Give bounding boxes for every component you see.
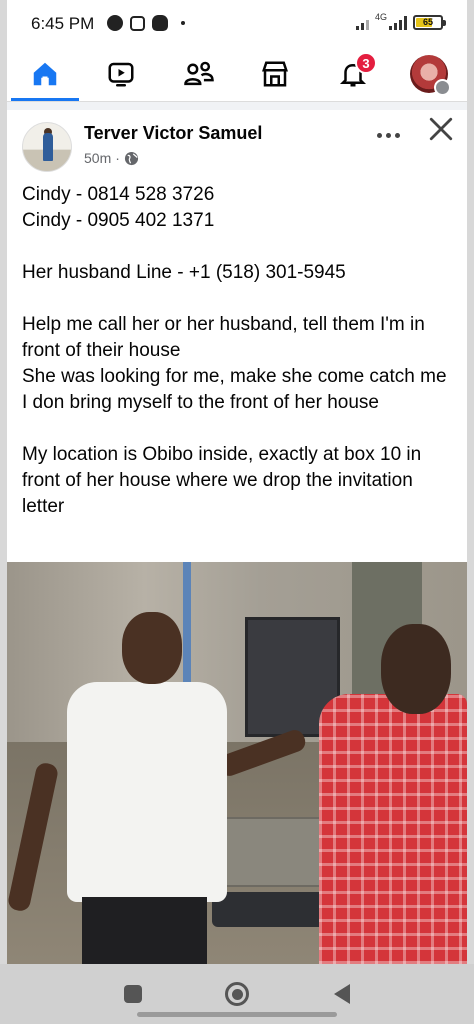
gesture-bar[interactable]: [137, 1012, 337, 1017]
more-icon: [376, 132, 382, 138]
snapchat-icon: [152, 15, 168, 31]
messenger-icon: [107, 15, 123, 31]
post-line: Cindy - 0905 402 1371: [22, 210, 215, 231]
close-button[interactable]: [425, 116, 457, 148]
post-header: Terver Victor Samuel 50m ·: [7, 110, 467, 180]
back-icon: [334, 984, 350, 1004]
author-name[interactable]: Terver Victor Samuel: [84, 123, 262, 144]
nav-watch[interactable]: [91, 52, 151, 96]
person-white-shirt: [7, 612, 309, 964]
more-options-button[interactable]: [371, 120, 405, 150]
nav-profile-menu[interactable]: [399, 52, 459, 96]
recents-icon: [124, 985, 142, 1003]
top-nav: 3: [7, 46, 467, 102]
video-icon: [108, 62, 134, 87]
signal-icon-2: [389, 14, 407, 30]
more-notifications-icon: [181, 21, 185, 25]
post-line: My location is Obibo inside, exactly at …: [22, 444, 422, 517]
battery-icon: 65: [413, 15, 446, 30]
battery-label: 65: [422, 17, 433, 27]
app-frame: 6:45 PM 4G 65 3 Terver Victor Samuel 50m…: [7, 0, 467, 1024]
avatar: [410, 55, 451, 96]
home-button[interactable]: [225, 982, 249, 1006]
instagram-icon: [130, 15, 145, 31]
friends-icon: [184, 61, 214, 86]
person-red-shirt: [319, 624, 467, 964]
marketplace-icon: [262, 61, 288, 87]
close-icon: [429, 117, 453, 141]
feed-divider: [7, 102, 467, 110]
home-icon: [33, 62, 57, 86]
active-tab-indicator: [11, 98, 79, 101]
notification-badge: 3: [355, 52, 377, 74]
post-line: I don bring myself to the front of her h…: [22, 392, 379, 413]
status-notification-icons: [107, 15, 185, 31]
status-time: 6:45 PM: [31, 14, 95, 33]
network-type: 4G: [374, 12, 387, 22]
post-photo[interactable]: [7, 562, 467, 964]
home-circle-icon: [225, 982, 249, 1006]
menu-icon: [434, 79, 451, 96]
system-nav-bar: [0, 964, 474, 1024]
nav-marketplace[interactable]: [245, 52, 305, 96]
author-avatar[interactable]: [22, 122, 72, 172]
status-right: 4G 65: [355, 12, 446, 30]
meta-separator: ·: [115, 150, 120, 166]
nav-friends[interactable]: [169, 52, 229, 96]
back-button[interactable]: [330, 982, 354, 1006]
post-text: Cindy - 0814 528 3726 Cindy - 0905 402 1…: [22, 182, 458, 520]
recents-button[interactable]: [121, 982, 145, 1006]
post-line: Help me call her or her husband, tell th…: [22, 314, 425, 361]
post-meta: 50m ·: [84, 150, 139, 166]
nav-notifications[interactable]: 3: [323, 52, 383, 96]
nav-home[interactable]: [15, 52, 75, 96]
post-line: Her husband Line - +1 (518) 301-5945: [22, 262, 346, 283]
post-line: Cindy - 0814 528 3726: [22, 184, 215, 205]
signal-icon-1: [355, 14, 369, 30]
status-bar: 6:45 PM 4G 65: [7, 0, 467, 46]
globe-icon: [124, 151, 138, 165]
post-line: She was looking for me, make she come ca…: [22, 366, 447, 387]
post-time[interactable]: 50m: [84, 150, 111, 166]
